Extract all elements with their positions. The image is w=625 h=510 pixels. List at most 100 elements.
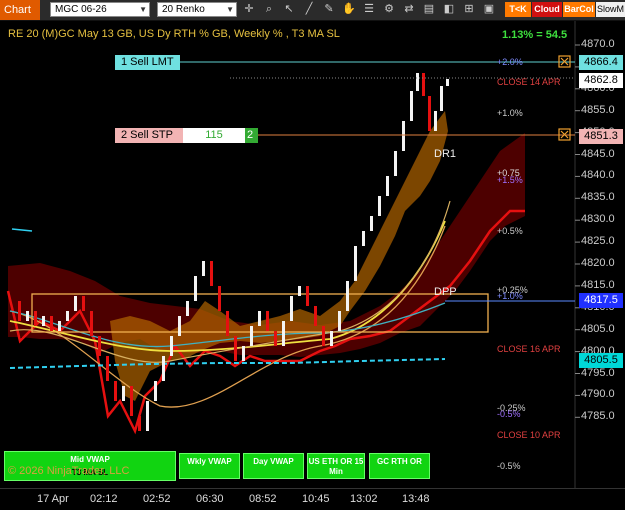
renko-brick bbox=[178, 316, 181, 336]
renko-brick bbox=[394, 151, 397, 176]
share-icon[interactable]: ▣ bbox=[482, 2, 496, 17]
renko-brick bbox=[106, 356, 109, 381]
chart-tab[interactable]: Chart bbox=[0, 0, 40, 20]
template-icon[interactable]: ▤ bbox=[422, 2, 436, 17]
annotation-dpp: DPP bbox=[434, 286, 457, 298]
renko-brick bbox=[386, 176, 389, 196]
instrument-selector[interactable]: MGC 06-26 ▼ bbox=[50, 2, 150, 17]
price-label: 4805.0 bbox=[581, 322, 615, 335]
annotation-close16: CLOSE 16 APR bbox=[497, 344, 561, 354]
price-plot[interactable] bbox=[0, 21, 625, 488]
bar-type-selector[interactable]: 20 Renko ▼ bbox=[157, 2, 237, 17]
renko-brick bbox=[34, 311, 37, 326]
renko-brick bbox=[242, 346, 245, 361]
renko-brick bbox=[202, 261, 205, 276]
chevron-down-icon: ▼ bbox=[226, 5, 234, 14]
renko-brick bbox=[162, 356, 165, 381]
renko-brick bbox=[42, 316, 45, 326]
annotation-plus2: +2.0% bbox=[497, 57, 523, 67]
zoom-icon[interactable]: ⌕ bbox=[262, 2, 276, 17]
time-label: 13:02 bbox=[350, 493, 378, 505]
cloud-button[interactable]: Cloud bbox=[532, 2, 562, 17]
renko-brick bbox=[138, 416, 141, 431]
annotation-plus05: +0.5% bbox=[497, 226, 523, 236]
sell-lmt-price-box: 4866.4 bbox=[579, 55, 623, 70]
slowm-button[interactable]: SlowM bbox=[596, 2, 625, 17]
renko-brick bbox=[18, 301, 21, 321]
renko-brick bbox=[446, 79, 449, 86]
price-label: 4820.0 bbox=[581, 257, 615, 269]
price-label: 4845.0 bbox=[581, 147, 615, 160]
renko-brick bbox=[234, 336, 237, 361]
barcol-button[interactable]: BarCol bbox=[563, 2, 595, 17]
renko-brick bbox=[210, 261, 213, 286]
renko-brick bbox=[66, 311, 69, 321]
sell-stp-count[interactable]: 2 bbox=[245, 128, 258, 143]
price-label: 4790.0 bbox=[581, 388, 615, 401]
us-eth-or-button[interactable]: US ETH OR 15 Min bbox=[307, 453, 365, 479]
time-label: 02:52 bbox=[143, 493, 171, 505]
time-label: 02:12 bbox=[90, 493, 118, 505]
sell-lmt-order[interactable]: 1 Sell LMT bbox=[115, 55, 180, 70]
cyan-short-line bbox=[11, 228, 33, 232]
tk-button[interactable]: T<K bbox=[505, 2, 531, 17]
time-axis[interactable]: 17 Apr 02:12 02:52 06:30 08:52 10:45 13:02 13:4… bbox=[0, 488, 625, 510]
blue-price-box: 4817.5 bbox=[579, 293, 623, 308]
gc-rth-or-button[interactable]: GC RTH OR bbox=[369, 453, 430, 479]
renko-brick bbox=[74, 296, 77, 311]
cyan-price-box: 4805.5 bbox=[579, 353, 623, 368]
indicators-icon[interactable]: ☰ bbox=[362, 2, 376, 17]
price-label: 4785.0 bbox=[581, 410, 615, 423]
copyright: © 2026 NinjaTrader, LLC bbox=[8, 465, 130, 477]
percent-readout: 1.13% = 54.5 bbox=[502, 29, 568, 41]
renko-brick bbox=[218, 286, 221, 311]
day-vwap-button[interactable]: Day VWAP bbox=[243, 453, 304, 479]
renko-brick bbox=[346, 281, 349, 311]
renko-brick bbox=[422, 73, 425, 96]
renko-brick bbox=[282, 321, 285, 346]
renko-brick bbox=[354, 246, 357, 281]
sell-stp-price-box: 4851.3 bbox=[579, 129, 623, 144]
last-price-box: 4862.8 bbox=[579, 73, 623, 88]
price-label: 4825.0 bbox=[581, 235, 615, 248]
strategy-icon[interactable]: ⚙ bbox=[382, 2, 396, 17]
renko-brick bbox=[290, 296, 293, 321]
renko-brick bbox=[330, 331, 333, 346]
pointer-icon[interactable]: ↖ bbox=[282, 2, 296, 17]
draw-line-icon[interactable]: ╱ bbox=[302, 2, 316, 17]
chart-panel[interactable]: RE 20 (M)GC May 13 GB, US Dy RTH % GB, W… bbox=[0, 21, 625, 488]
instrument-value: MGC 06-26 bbox=[55, 4, 107, 15]
renko-brick bbox=[82, 296, 85, 311]
annotation-plus15: +1.5% bbox=[497, 175, 523, 185]
renko-brick bbox=[50, 316, 53, 331]
price-label: 4795.0 bbox=[581, 366, 615, 379]
renko-brick bbox=[130, 386, 133, 416]
renko-brick bbox=[146, 401, 149, 431]
renko-brick bbox=[362, 231, 365, 246]
toolbar: Chart MGC 06-26 ▼ 20 Renko ▼ ✛ ⌕ ↖ ╱ ✎ ✋ ☰… bbox=[0, 0, 625, 21]
renko-brick bbox=[258, 311, 261, 326]
attach-icon[interactable]: ⊞ bbox=[462, 2, 476, 17]
time-label: 10:45 bbox=[302, 493, 330, 505]
bar-type-value: 20 Renko bbox=[162, 4, 205, 15]
chart-header: RE 20 (M)GC May 13 GB, US Dy RTH % GB, W… bbox=[8, 28, 340, 40]
renko-brick bbox=[26, 311, 29, 321]
mid-vwap-label: Mid VWAP bbox=[70, 455, 110, 464]
renko-brick bbox=[322, 326, 325, 346]
order-icon[interactable]: ⇄ bbox=[402, 2, 416, 17]
crosshair-icon[interactable]: ✛ bbox=[242, 2, 256, 17]
annotation-close10: CLOSE 10 APR bbox=[497, 430, 561, 440]
sell-stp-qty[interactable]: 115 bbox=[183, 128, 245, 143]
wkly-vwap-button[interactable]: Wkly VWAP bbox=[179, 453, 240, 479]
annotation-close14: CLOSE 14 APR bbox=[497, 77, 561, 87]
sell-stp-order[interactable]: 2 Sell STP bbox=[115, 128, 183, 143]
properties-icon[interactable]: ◧ bbox=[442, 2, 456, 17]
price-label: 4830.0 bbox=[581, 213, 615, 226]
renko-brick bbox=[298, 286, 301, 296]
hand-icon[interactable]: ✋ bbox=[342, 2, 356, 17]
renko-brick bbox=[434, 111, 437, 131]
renko-brick bbox=[114, 381, 117, 401]
chevron-down-icon: ▼ bbox=[139, 5, 147, 14]
eraser-icon[interactable]: ✎ bbox=[322, 2, 336, 17]
renko-brick bbox=[370, 216, 373, 231]
